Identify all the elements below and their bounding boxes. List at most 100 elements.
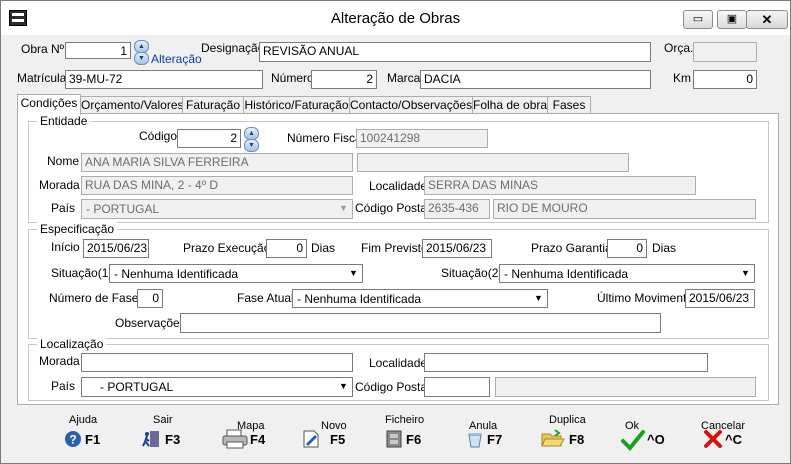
new-button[interactable]: Novo F5 (301, 413, 347, 459)
loc-pais-select[interactable]: - PORTUGAL ▼ (81, 377, 353, 397)
ultimo-movimento-field[interactable]: 2015/06/23 (685, 289, 755, 308)
situacao2-value: - Nenhuma Identificada (504, 267, 629, 281)
fim-previsto-field[interactable]: 2015/06/23 (422, 239, 492, 258)
tab-fases[interactable]: Fases (547, 96, 591, 114)
loc-morada-label: Morada (39, 354, 80, 368)
orca-field[interactable] (693, 42, 757, 62)
numero-field[interactable]: 2 (311, 70, 377, 89)
loc-localidade-field[interactable] (424, 353, 708, 372)
marca-field[interactable]: DACIA (420, 70, 651, 89)
window-title: Alteração de Obras (330, 10, 461, 27)
loc-cp-local-field[interactable] (495, 377, 756, 397)
fase-atual-label: Fase Atual (237, 291, 294, 305)
loc-pais-label: País (51, 379, 76, 393)
situacao1-label: Situação(1) (51, 266, 113, 280)
numero-fases-field[interactable]: 0 (137, 289, 163, 308)
cp-field[interactable]: 2635-436 (424, 199, 490, 219)
chevron-down-icon[interactable]: ▼ (531, 291, 546, 306)
spin-down-icon[interactable]: ▼ (134, 52, 149, 65)
file-label: Ficheiro (385, 414, 425, 426)
checkmark-icon (621, 430, 645, 451)
cancel-record-key: F7 (487, 432, 503, 447)
pais-select[interactable]: - PORTUGAL ▼ (81, 199, 353, 219)
duplicate-button[interactable]: Duplica F8 (541, 413, 591, 459)
exit-door-icon (142, 431, 159, 447)
tab-orcamento-valores[interactable]: Orçamento/Valores (80, 96, 184, 114)
tab-historico-faturacao[interactable]: Histórico/Faturação (243, 96, 350, 114)
localidade-field[interactable]: SERRA DAS MINAS (424, 176, 696, 195)
cp-local-field[interactable]: RIO DE MOURO (493, 199, 756, 219)
chevron-down-icon[interactable]: ▼ (738, 266, 753, 281)
file-button[interactable]: Ficheiro F6 (384, 413, 428, 459)
tab-folha-de-obra[interactable]: Folha de obra (472, 96, 548, 114)
situacao2-select[interactable]: - Nenhuma Identificada ▼ (499, 264, 755, 283)
nif-field[interactable]: 100241298 (356, 129, 488, 148)
cp-label: Código Postal (355, 201, 430, 215)
localidade-label: Localidade (369, 179, 428, 193)
ultimo-movimento-label: Último Movimento (597, 291, 694, 305)
designacao-field[interactable]: REVISÃO ANUAL (259, 42, 651, 62)
chevron-down-icon[interactable]: ▼ (336, 379, 351, 394)
chevron-down-icon[interactable]: ▼ (346, 266, 361, 281)
especificacao-group: Especificação Início 2015/06/23 Prazo Ex… (28, 222, 769, 339)
open-folder-icon (541, 429, 565, 447)
exit-key: F3 (165, 432, 181, 447)
close-icon (704, 430, 722, 448)
help-key: F1 (85, 432, 101, 447)
exit-button[interactable]: Sair F3 (141, 413, 185, 459)
help-label: Ajuda (69, 414, 98, 426)
help-button[interactable]: Ajuda ? F1 (63, 413, 107, 459)
fase-atual-select[interactable]: - Nenhuma Identificada ▼ (292, 289, 548, 308)
obra-number-field[interactable]: 1 (65, 42, 131, 59)
loc-morada-field[interactable] (81, 353, 353, 372)
tab-contacto-observacoes[interactable]: Contacto/Observações (349, 96, 473, 114)
minimize-button[interactable]: ▭ (683, 10, 713, 29)
nome2-field[interactable] (357, 153, 629, 172)
file-cabinet-icon (386, 430, 402, 448)
map-button[interactable]: Mapa F4 (221, 413, 269, 459)
obra-mode: Alteração (151, 52, 202, 66)
chevron-down-icon[interactable]: ▼ (336, 201, 351, 216)
cancel-record-button[interactable]: Anula F7 (465, 413, 509, 459)
codigo-field[interactable]: 2 (177, 129, 241, 148)
cancel-key: ^C (725, 432, 742, 447)
numero-fases-label: Número de Fases (49, 291, 145, 305)
codigo-label: Código (139, 129, 178, 143)
maximize-button[interactable]: ▣ (717, 10, 747, 29)
recycle-bin-icon (468, 433, 482, 448)
spin-down-icon[interactable]: ▼ (244, 139, 259, 152)
duplicate-key: F8 (569, 432, 585, 447)
numero-label: Número (271, 71, 314, 85)
obra-spinner[interactable]: ▲ ▼ (134, 40, 149, 65)
especificacao-title: Especificação (37, 222, 118, 236)
function-toolbar: Ajuda ? F1 Sair F3 Mapa F4 Novo F5 Fiche… (1, 409, 790, 463)
nif-label: Número Fiscal (287, 131, 365, 145)
inicio-field[interactable]: 2015/06/23 (83, 239, 149, 258)
codigo-spinner[interactable]: ▲ ▼ (244, 127, 259, 152)
close-button[interactable]: ✕ (746, 10, 788, 29)
situacao1-select[interactable]: - Nenhuma Identificada ▼ (109, 264, 363, 283)
svg-text:?: ? (69, 433, 76, 447)
nome-label: Nome (47, 154, 80, 168)
morada-field[interactable]: RUA DAS MINA, 2 - 4º D (81, 176, 353, 195)
map-key: F4 (250, 432, 266, 447)
cancel-button[interactable]: Cancelar ^C (701, 413, 751, 459)
prazo-garantia-field[interactable]: 0 (607, 239, 647, 258)
nome-field[interactable]: ANA MARIA SILVA FERREIRA (81, 153, 353, 172)
ok-button[interactable]: Ok ^O (621, 413, 667, 459)
situacao1-value: - Nenhuma Identificada (114, 267, 239, 281)
dias-label-1: Dias (311, 241, 336, 255)
orca-label: Orça. (664, 41, 694, 55)
loc-cp-label: Código Postal (355, 380, 430, 394)
km-field[interactable]: 0 (693, 70, 757, 89)
observacoes-field[interactable] (180, 313, 661, 333)
matricula-field[interactable]: 39-MU-72 (65, 70, 263, 89)
prazo-execucao-field[interactable]: 0 (266, 239, 307, 258)
loc-cp-field[interactable] (424, 377, 490, 397)
prazo-execucao-label: Prazo Execução (183, 241, 271, 255)
new-label: Novo (321, 420, 347, 432)
localizacao-group: Localização Morada Localidade País - POR… (28, 337, 769, 401)
exit-label: Sair (153, 414, 173, 426)
tab-condicoes[interactable]: Condições (17, 94, 81, 115)
tab-faturacao[interactable]: Faturação (182, 96, 244, 114)
